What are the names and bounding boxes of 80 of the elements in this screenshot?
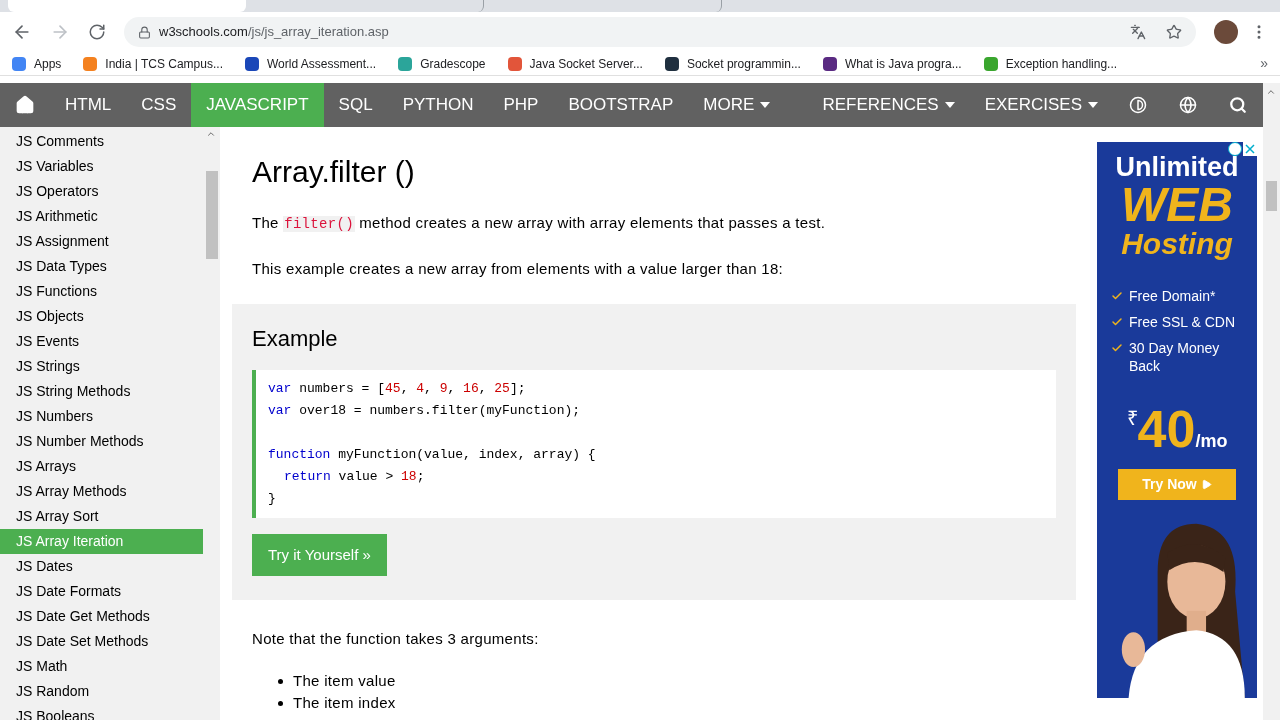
translate-icon[interactable]: [1130, 24, 1146, 40]
sidebar-item[interactable]: JS Variables: [0, 154, 203, 179]
sidebar-scrollbar[interactable]: [206, 171, 218, 259]
bookmark-item[interactable]: What is Java progra...: [822, 54, 970, 73]
sidebar-item[interactable]: JS Arrays: [0, 454, 203, 479]
bookmark-item[interactable]: Socket programmin...: [664, 54, 809, 73]
address-bar[interactable]: w3schools.com/js/js_array_iteration.asp: [124, 17, 1196, 47]
bookmark-item[interactable]: Exception handling...: [983, 54, 1126, 73]
url-text: w3schools.com/js/js_array_iteration.asp: [159, 23, 389, 42]
ad-info-icon[interactable]: [1228, 142, 1242, 156]
ad-feature: Free SSL & CDN: [1129, 313, 1236, 331]
scroll-up-icon[interactable]: [1266, 87, 1276, 97]
bookmark-item[interactable]: India | TCS Campus...: [83, 54, 231, 73]
bullet-text: The item index: [293, 693, 396, 714]
bullet-icon: [278, 701, 283, 706]
nav-menu[interactable]: REFERENCES: [807, 83, 970, 127]
code-block: var numbers = [45, 4, 9, 16, 25]; var over18 = numbers.filter(myFunction); function myFunction(value, index, array) { return value > 18; }: [252, 369, 1056, 518]
bookmark-star-icon[interactable]: [1166, 24, 1182, 40]
sidebar-item[interactable]: JS Random: [0, 679, 203, 704]
ad-price: 40: [1137, 403, 1196, 455]
search-icon[interactable]: [1229, 96, 1247, 114]
example-heading: Example: [252, 327, 339, 350]
sidebar-item[interactable]: JS Date Set Methods: [0, 629, 203, 654]
nav-tab[interactable]: PYTHON: [387, 83, 489, 127]
ad-headline: WEB: [1121, 181, 1233, 229]
nav-menu[interactable]: EXERCISES: [969, 83, 1113, 127]
note-text: Note that the function takes 3 arguments:: [252, 629, 540, 649]
bookmark-item[interactable]: Gradescope: [398, 54, 494, 73]
reload-icon[interactable]: [88, 23, 106, 41]
sidebar-item[interactable]: JS Date Get Methods: [0, 604, 203, 629]
play-icon: [1200, 479, 1212, 490]
nav-tab[interactable]: MORE: [688, 83, 786, 127]
bullet-text: The item value: [293, 671, 396, 692]
sidebar-item[interactable]: JS Events: [0, 329, 203, 354]
advertisement[interactable]: Unlimited WEB Hosting Free Domain* Free SSL & CDN 30 Day Money Back ₹40/mo Try Now: [1097, 142, 1257, 698]
nav-tab[interactable]: HTML: [50, 83, 127, 127]
sidebar-item[interactable]: JS Objects: [0, 304, 203, 329]
nav-tab[interactable]: PHP: [488, 83, 554, 127]
sidebar-item[interactable]: JS Dates: [0, 554, 203, 579]
sidebar-item[interactable]: JS Array Sort: [0, 504, 203, 529]
sidebar-item[interactable]: JS Data Types: [0, 254, 203, 279]
globe-icon[interactable]: [1179, 96, 1197, 114]
price-period: /mo: [1195, 431, 1228, 453]
ad-headline: Unlimited: [1115, 154, 1239, 181]
ad-feature: 30 Day Money Back: [1129, 339, 1221, 375]
sidebar-item[interactable]: JS Date Formats: [0, 579, 203, 604]
ad-headline: Hosting: [1121, 229, 1233, 259]
page-heading: Array.filter (): [252, 157, 416, 187]
sidebar-item[interactable]: JS Functions: [0, 279, 203, 304]
example-description: This example creates a new array from elements with a value larger than 18:: [252, 259, 785, 279]
nav-tab[interactable]: BOOTSTRAP: [553, 83, 689, 127]
sidebar-item[interactable]: JS Numbers: [0, 404, 203, 429]
sidebar-item[interactable]: JS Math: [0, 654, 203, 679]
nav-tab[interactable]: SQL: [323, 83, 388, 127]
bookmark-item[interactable]: Apps: [12, 54, 70, 73]
check-icon: [1111, 342, 1123, 354]
sidebar-item[interactable]: JS Number Methods: [0, 429, 203, 454]
bookmark-item[interactable]: World Assessment...: [244, 54, 385, 73]
scroll-up-icon[interactable]: [206, 129, 216, 139]
bookmark-item[interactable]: Java Socket Server...: [507, 54, 651, 73]
sidebar-item[interactable]: JS Comments: [0, 129, 203, 154]
bullet-icon: [278, 679, 283, 684]
check-icon: [1111, 316, 1123, 328]
home-icon: [15, 95, 35, 115]
contrast-icon[interactable]: [1129, 96, 1147, 114]
sidebar-item[interactable]: JS Operators: [0, 179, 203, 204]
sidebar-item[interactable]: JS Assignment: [0, 229, 203, 254]
check-icon: [1111, 290, 1123, 302]
profile-avatar[interactable]: [1214, 20, 1238, 44]
scrollbar-thumb[interactable]: [1266, 181, 1277, 211]
sidebar-item[interactable]: JS Arithmetic: [0, 204, 203, 229]
more-bookmarks-button[interactable]: »: [1260, 53, 1268, 74]
sidebar-item[interactable]: JS Strings: [0, 354, 203, 379]
lock-icon: [138, 25, 151, 39]
sidebar-item[interactable]: JS String Methods: [0, 379, 203, 404]
currency-symbol: ₹: [1126, 406, 1138, 431]
intro-text: The filter() method creates a new array with array elements that passes a test.: [252, 213, 827, 234]
sidebar-item[interactable]: JS Array Methods: [0, 479, 203, 504]
nav-tab[interactable]: CSS: [126, 83, 192, 127]
ad-feature: Free Domain*: [1129, 287, 1216, 305]
